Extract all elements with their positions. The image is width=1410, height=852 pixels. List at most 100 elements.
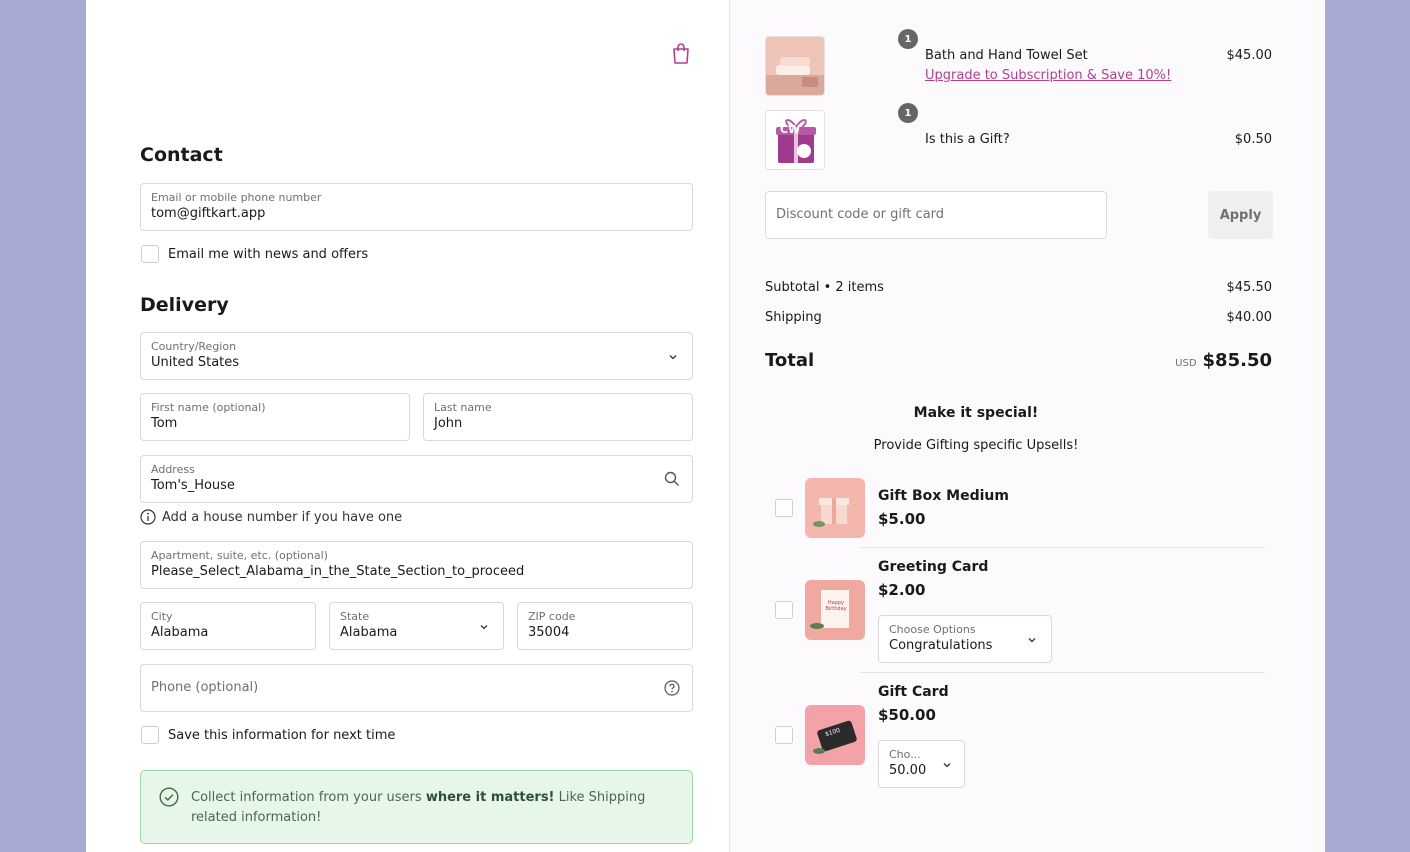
save-info-checkbox-box[interactable] bbox=[141, 726, 159, 744]
gift-box-checkbox[interactable] bbox=[775, 499, 793, 517]
checkout-form: Contact Email or mobile phone number tom… bbox=[86, 0, 729, 852]
apartment-label: Apartment, suite, etc. (optional) bbox=[151, 549, 328, 562]
email-field[interactable]: Email or mobile phone number tom@giftkar… bbox=[140, 183, 693, 231]
country-value: United States bbox=[151, 355, 240, 370]
options-value: 50.00 bbox=[889, 763, 927, 778]
state-label: State bbox=[340, 610, 370, 623]
zip-field[interactable]: ZIP code 35004 bbox=[517, 602, 693, 650]
address-hint-text: Add a house number if you have one bbox=[162, 509, 403, 525]
divider bbox=[860, 672, 1265, 673]
save-info-label: Save this information for next time bbox=[168, 727, 396, 743]
email-label: Email or mobile phone number bbox=[151, 191, 322, 204]
towel-set-thumbnail bbox=[765, 36, 825, 96]
last-name-label: Last name bbox=[434, 401, 492, 414]
first-name-field[interactable]: First name (optional) Tom bbox=[140, 393, 410, 441]
address-label: Address bbox=[151, 463, 195, 476]
total-value: $85.50 bbox=[1202, 350, 1272, 371]
gift-card-options-select[interactable]: Cho... 50.00 bbox=[878, 740, 965, 788]
total-amount: USD $85.50 bbox=[1175, 350, 1272, 371]
notice-text-start: Collect information from your users bbox=[191, 790, 426, 805]
apartment-value: Please_Select_Alabama_in_the_State_Secti… bbox=[151, 564, 525, 579]
item-name: Bath and Hand Towel Set bbox=[925, 48, 1088, 63]
gift-box-icon bbox=[776, 119, 816, 163]
chevron-down-icon bbox=[669, 355, 677, 360]
phone-placeholder: Phone (optional) bbox=[151, 680, 259, 695]
upsell-subtitle: Provide Gifting specific Upsells! bbox=[873, 438, 1079, 453]
country-select[interactable]: Country/Region United States bbox=[140, 332, 693, 380]
gift-card-checkbox[interactable] bbox=[775, 726, 793, 744]
last-name-value: John bbox=[434, 416, 463, 431]
newsletter-checkbox-box[interactable] bbox=[141, 245, 159, 263]
gift-card-image: $100 bbox=[805, 705, 865, 765]
zip-value: 35004 bbox=[528, 625, 570, 640]
item-quantity-badge: 1 bbox=[898, 103, 918, 123]
search-icon[interactable] bbox=[664, 471, 680, 487]
contact-heading: Contact bbox=[140, 144, 223, 166]
email-value: tom@giftkart.app bbox=[151, 206, 266, 221]
gift-thumb-text: CW bbox=[780, 123, 801, 136]
help-icon[interactable] bbox=[664, 680, 680, 696]
check-circle-icon bbox=[159, 787, 179, 807]
item-price: $0.50 bbox=[1234, 132, 1272, 147]
item-quantity-badge: 1 bbox=[898, 29, 918, 49]
address-hint: Add a house number if you have one bbox=[140, 509, 402, 525]
item-name: Is this a Gift? bbox=[925, 132, 1010, 147]
zip-label: ZIP code bbox=[528, 610, 576, 623]
upsell-name: Greeting Card bbox=[878, 559, 989, 575]
upsell-price: $5.00 bbox=[878, 510, 926, 528]
chevron-down-icon bbox=[480, 625, 488, 630]
city-field[interactable]: City Alabama bbox=[140, 602, 316, 650]
first-name-value: Tom bbox=[151, 416, 178, 431]
order-summary: 1 Bath and Hand Towel Set Upgrade to Sub… bbox=[729, 0, 1325, 852]
upsell-name: Gift Box Medium bbox=[878, 488, 1009, 504]
options-value: Congratulations bbox=[889, 638, 993, 653]
currency-code: USD bbox=[1175, 358, 1197, 369]
discount-code-input[interactable]: Discount code or gift card bbox=[765, 191, 1107, 239]
upsell-price: $2.00 bbox=[878, 581, 926, 599]
notice-text: Collect information from your users wher… bbox=[191, 788, 671, 828]
save-info-checkbox[interactable]: Save this information for next time bbox=[141, 726, 395, 744]
shipping-value: $40.00 bbox=[1226, 310, 1273, 325]
total-label: Total bbox=[765, 350, 815, 371]
shipping-label: Shipping bbox=[765, 310, 822, 325]
options-label: Cho... bbox=[889, 748, 921, 761]
gift-box-image bbox=[805, 478, 865, 538]
upsell-price: $50.00 bbox=[878, 706, 936, 724]
greeting-card-text: Happy Birthday bbox=[825, 600, 847, 612]
upsell-name: Gift Card bbox=[878, 684, 949, 700]
state-value: Alabama bbox=[340, 625, 398, 640]
newsletter-checkbox[interactable]: Email me with news and offers bbox=[141, 245, 368, 263]
notice-text-bold: where it matters! bbox=[425, 790, 555, 805]
chevron-down-icon bbox=[943, 763, 951, 768]
greeting-card-image: Happy Birthday bbox=[805, 580, 865, 640]
checkout-page: Contact Email or mobile phone number tom… bbox=[86, 0, 1325, 852]
pink-gift-box-icon bbox=[805, 478, 865, 538]
address-value: Tom's_House bbox=[151, 478, 235, 493]
apply-button[interactable]: Apply bbox=[1208, 191, 1273, 239]
state-select[interactable]: State Alabama bbox=[329, 602, 504, 650]
subtotal-label: Subtotal • 2 items bbox=[765, 280, 884, 295]
last-name-field[interactable]: Last name John bbox=[423, 393, 693, 441]
city-label: City bbox=[151, 610, 173, 623]
info-notice: Collect information from your users wher… bbox=[140, 770, 693, 844]
discount-placeholder: Discount code or gift card bbox=[776, 207, 945, 222]
newsletter-label: Email me with news and offers bbox=[168, 246, 369, 262]
item-price: $45.00 bbox=[1226, 48, 1273, 63]
subtotal-value: $45.50 bbox=[1226, 280, 1273, 295]
greeting-card-options-select[interactable]: Choose Options Congratulations bbox=[878, 615, 1052, 663]
greeting-card-checkbox[interactable] bbox=[775, 601, 793, 619]
divider bbox=[860, 547, 1265, 548]
chevron-down-icon bbox=[1028, 638, 1036, 643]
shopping-bag-icon[interactable] bbox=[671, 43, 691, 65]
address-field[interactable]: Address Tom's_House bbox=[140, 455, 693, 503]
gift-thumbnail: CW bbox=[765, 110, 825, 170]
apartment-field[interactable]: Apartment, suite, etc. (optional) Please… bbox=[140, 541, 693, 589]
upgrade-subscription-link[interactable]: Upgrade to Subscription & Save 10%! bbox=[925, 68, 1171, 83]
city-value: Alabama bbox=[151, 625, 209, 640]
country-label: Country/Region bbox=[151, 340, 237, 353]
towel-image bbox=[766, 37, 824, 95]
first-name-label: First name (optional) bbox=[151, 401, 266, 414]
upsell-title: Make it special! bbox=[913, 405, 1039, 421]
phone-field[interactable]: Phone (optional) bbox=[140, 664, 693, 712]
delivery-heading: Delivery bbox=[140, 294, 229, 316]
